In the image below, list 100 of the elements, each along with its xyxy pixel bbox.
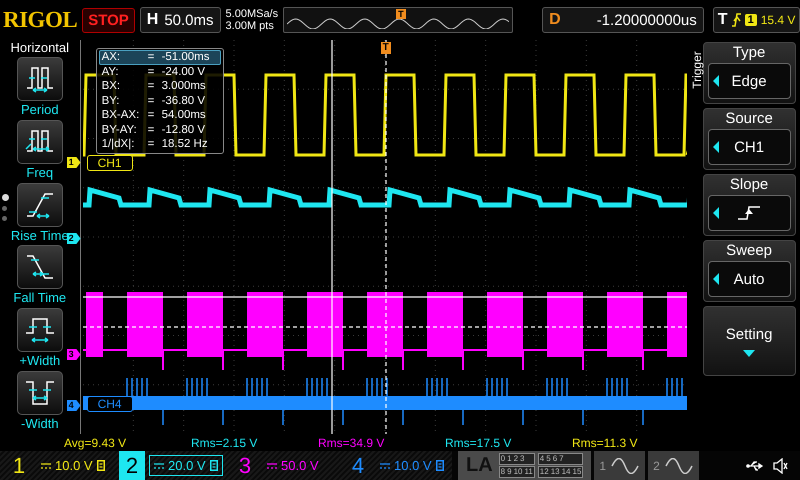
scale-value: 20.0 V	[168, 458, 206, 473]
measure-label: Period	[20, 102, 59, 117]
softkey-label: Type	[732, 44, 766, 62]
trigger-level: 15.4 V	[760, 13, 796, 27]
softkey-value: Auto	[734, 270, 764, 288]
readout-label: BX:	[102, 80, 122, 92]
channel-bit: 0	[500, 454, 506, 464]
measure-button[interactable]	[16, 57, 63, 101]
measure-button[interactable]	[16, 371, 63, 416]
channel-bit: 9	[506, 467, 513, 477]
readout-sign: =	[148, 109, 156, 122]
channel-bit: 12	[538, 467, 550, 477]
channel-bit: 7	[558, 454, 565, 464]
measurement-value: Rms=2.15 V	[191, 436, 258, 450]
measurement-value: Avg=9.43 V	[64, 436, 128, 450]
channel-marker[interactable]: 4	[66, 400, 81, 411]
measurement-value: Rms=34.9 V	[318, 436, 386, 450]
channel-bit: 3	[519, 454, 526, 464]
delay-label: D	[549, 11, 561, 29]
selector-arrow-icon	[712, 141, 719, 153]
readout-sign: =	[148, 94, 156, 107]
math-tab[interactable]: 2	[648, 451, 699, 480]
readout-value: 18.52 Hz	[162, 138, 209, 150]
scale-value: 10.0 V	[55, 458, 93, 473]
readout-value: 54.00ms	[162, 109, 207, 122]
channel-number: 3	[238, 452, 252, 480]
menu-softkey[interactable]: Slope	[702, 174, 796, 236]
selector-arrow-icon	[712, 273, 719, 285]
measure-label: Fall Time	[13, 290, 66, 306]
menu-softkey[interactable]: Setting	[702, 306, 796, 376]
timebase-value: 50.0ms	[164, 12, 214, 28]
trigger-position-marker: T	[396, 9, 406, 19]
speaker-muted-icon	[772, 458, 788, 474]
readout-sign: =	[148, 124, 156, 136]
measure-label: -Width	[21, 416, 59, 432]
channel-bit: 4	[538, 454, 546, 464]
measure-label: +Width	[19, 353, 60, 368]
delay-value: -1.20000000us	[596, 12, 697, 28]
readout-value: 3.000ms	[162, 80, 207, 92]
channel-marker[interactable]: 1	[66, 157, 81, 168]
readout-sign: =	[148, 51, 156, 64]
trigger-source-badge: 1	[744, 14, 757, 26]
channel-number: 2	[119, 451, 145, 480]
channel-tab[interactable]: 3 50.0 V	[226, 451, 339, 480]
measurement-value: Rms=11.3 V	[572, 436, 638, 450]
cursor-line[interactable]	[384, 40, 386, 434]
channel-tab[interactable]: 2 20.0 V	[113, 451, 226, 480]
readout-value: -51.00ms	[162, 51, 211, 64]
channel-bit: 13	[550, 467, 561, 477]
channel-number: 1	[12, 452, 26, 480]
channel-bit: 1	[506, 454, 513, 464]
channel-marker[interactable]: 3	[66, 349, 81, 360]
softkey-value: CH1	[734, 138, 764, 156]
readout-sign: =	[148, 66, 156, 78]
logic-analyzer-label: LA	[466, 454, 493, 477]
channel-bit: 15	[572, 467, 582, 477]
rising-edge-icon	[732, 13, 741, 27]
menu-softkey[interactable]: Source CH1	[702, 108, 796, 170]
menu-title: Trigger	[690, 51, 704, 89]
sine-wave-icon	[664, 458, 694, 474]
measure-button[interactable]	[16, 308, 63, 352]
measurement-value: Rms=17.5 V	[445, 436, 512, 450]
run-state-indicator[interactable]: STOP	[82, 8, 135, 32]
readout-value: -36.80 V	[162, 94, 206, 107]
channel-marker[interactable]: 2	[66, 233, 81, 244]
channel-number: 4	[350, 452, 366, 480]
dc-coupling-icon	[267, 462, 277, 468]
readout-label: BX-AX:	[102, 109, 140, 122]
readout-value: -24.00 V	[162, 66, 206, 78]
readout-label: 1/|dX|:	[102, 138, 136, 150]
readout-sign: =	[148, 138, 156, 150]
cursor-line[interactable]	[330, 40, 332, 434]
math-tab[interactable]: 1	[594, 451, 646, 480]
logic-analyzer-tab[interactable]: LA 0 1 2 3 4 5 6 7 8 9 10 11 12 13 14 15	[458, 451, 592, 480]
measure-button[interactable]	[16, 245, 63, 290]
readout-label: BY:	[102, 94, 120, 107]
softkey-label: Source	[725, 110, 773, 128]
scale-value: 10.0 V	[394, 458, 432, 473]
channel-bit: 14	[560, 467, 572, 477]
cursor-line[interactable]	[82, 326, 687, 328]
menu-softkey[interactable]: Sweep Auto	[702, 240, 796, 302]
channel-tab[interactable]: 4 10.0 V	[339, 451, 452, 480]
channel-bit: 2	[512, 454, 520, 464]
sine-wave-icon	[610, 458, 640, 474]
channel-bit: 10	[512, 467, 524, 477]
menu-softkey[interactable]: Type Edge	[702, 42, 796, 104]
channel-tab[interactable]: 1 10.0 V	[0, 451, 113, 480]
measure-button[interactable]	[16, 120, 63, 164]
caret-down-icon	[743, 350, 756, 357]
readout-value: -12.80 V	[162, 124, 206, 136]
channel-tag: CH4	[86, 396, 133, 412]
dc-coupling-icon	[41, 462, 51, 468]
timebase-label: H	[146, 11, 158, 29]
channel-bit: 6	[552, 454, 558, 464]
memory-depth: 3.00M pts	[226, 20, 275, 32]
math-number: 2	[653, 458, 660, 472]
cursor-line[interactable]	[82, 296, 687, 298]
readout-label: BY-AY:	[102, 124, 138, 136]
measure-button[interactable]	[16, 182, 63, 227]
channel-bit: 8	[500, 467, 506, 477]
